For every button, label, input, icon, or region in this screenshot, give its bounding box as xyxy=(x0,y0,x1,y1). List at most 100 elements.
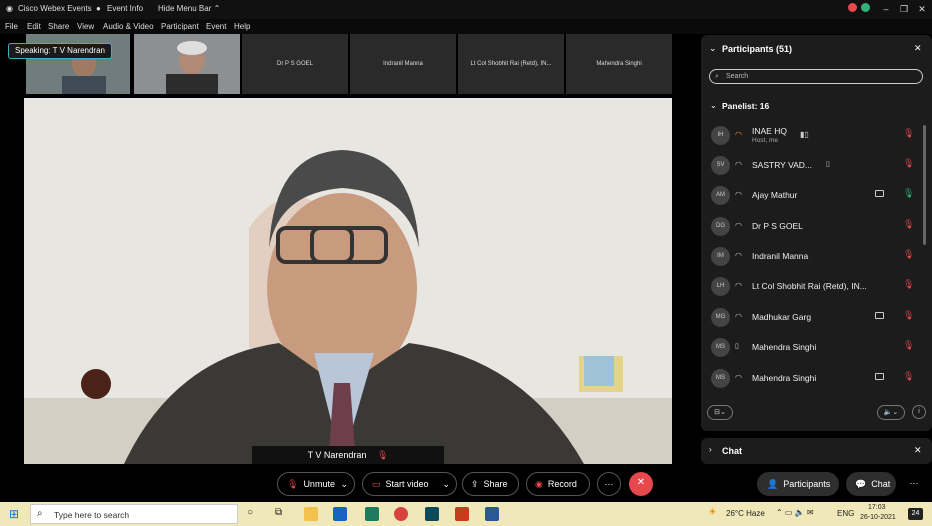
muted-mic-icon[interactable]: 🎙 xyxy=(903,158,914,169)
panelist-header: Panelist: 16 xyxy=(722,101,770,111)
chat-panel[interactable]: › Chat ✕ xyxy=(701,438,932,464)
tray-icons[interactable]: ⌃ ▭ 🔈 ✉ xyxy=(776,508,814,517)
audio-level-icon: ▮▯ xyxy=(800,130,809,139)
event-info-button[interactable]: Event Info xyxy=(107,4,143,13)
chrome-icon[interactable] xyxy=(394,507,408,521)
menu-help[interactable]: Help xyxy=(234,22,250,31)
weather-text[interactable]: 26°C Haze xyxy=(726,509,765,518)
avatar: IM xyxy=(711,247,730,266)
speaker-video-image xyxy=(24,98,672,464)
language-indicator[interactable]: ENG xyxy=(837,509,854,518)
share-button[interactable]: ⇪ Share xyxy=(462,472,519,496)
participant-row[interactable]: DG ◠ Dr P S GOEL 🎙 xyxy=(711,216,921,238)
thumbnail-participant[interactable]: Dr P S GOEL xyxy=(242,34,348,94)
mic-icon[interactable]: 🎙 xyxy=(903,188,914,199)
minimize-icon[interactable]: – xyxy=(876,2,896,16)
menu-file[interactable]: File xyxy=(5,22,18,31)
menu-view[interactable]: View xyxy=(77,22,94,31)
chevron-down-icon[interactable]: ⌄ xyxy=(442,473,450,495)
muted-mic-icon[interactable]: 🎙 xyxy=(903,279,914,290)
word-icon[interactable] xyxy=(485,507,499,521)
close-panel-icon[interactable]: ✕ xyxy=(914,43,922,54)
chevron-down-icon[interactable]: ⌄ xyxy=(709,43,717,54)
powerpoint-icon[interactable] xyxy=(455,507,469,521)
muted-mic-icon[interactable]: 🎙 xyxy=(903,128,914,139)
taskbar-search-input[interactable]: ⌕ Type here to search xyxy=(30,504,238,524)
avatar: MG xyxy=(711,308,730,327)
participant-name: Mahendra Singhi xyxy=(752,342,817,352)
headset-icon: ◠ xyxy=(735,251,742,260)
participant-row[interactable]: LH ◠ Lt Col Shobhit Rai (Retd), IN... 🎙 xyxy=(711,276,921,298)
leave-button[interactable]: ✕ xyxy=(629,472,653,496)
headset-icon: ◠ xyxy=(735,130,742,139)
webex-icon[interactable] xyxy=(425,507,439,521)
thumbnail-video[interactable] xyxy=(134,34,240,94)
headset-icon: ◠ xyxy=(735,281,742,290)
windows-start-icon[interactable]: ⊞ xyxy=(9,507,19,521)
app-icon[interactable] xyxy=(365,507,379,521)
avatar: LH xyxy=(711,277,730,296)
thumbnail-participant[interactable]: Indranil Manna xyxy=(350,34,456,94)
clock-time[interactable]: 17:03 xyxy=(868,504,886,511)
participant-row[interactable]: AM ◠ Ajay Mathur 🎙 xyxy=(711,185,921,207)
participant-row[interactable]: MG ◠ Madhukar Garg 🎙 xyxy=(711,307,921,329)
hide-menu-bar-button[interactable]: Hide Menu Bar ⌃ xyxy=(158,4,220,13)
start-video-button[interactable]: ▭ Start video ⌄ xyxy=(362,472,457,496)
menu-participant[interactable]: Participant xyxy=(161,22,199,31)
muted-mic-icon[interactable]: 🎙 xyxy=(903,310,914,321)
chevron-right-icon[interactable]: › xyxy=(709,445,712,454)
people-icon: 👤 xyxy=(767,479,779,489)
participant-row[interactable]: SV ◠ SASTRY VAD... ▯ 🎙 xyxy=(711,155,921,177)
more-icon[interactable]: ··· xyxy=(905,472,923,496)
thumbnail-participant[interactable]: Mahendra Singhi xyxy=(566,34,672,94)
participant-row[interactable]: IM ◠ Indranil Manna 🎙 xyxy=(711,246,921,268)
video-camera-icon xyxy=(875,190,884,197)
thumbnail-participant[interactable]: Lt Col Shobhit Rai (Retd), IN... xyxy=(458,34,564,94)
mute-all-button[interactable]: 🔈⌄ xyxy=(877,405,905,420)
maximize-icon[interactable]: ❐ xyxy=(894,2,914,16)
participant-name: INAE HQ xyxy=(752,126,787,136)
speaker-name-label: T V Narendran 🎙 xyxy=(252,446,444,464)
menu-audio-video[interactable]: Audio & Video xyxy=(103,22,154,31)
menu-event[interactable]: Event xyxy=(206,22,226,31)
record-icon: ◉ xyxy=(535,479,543,489)
task-view-icon[interactable]: ⧉ xyxy=(275,507,282,518)
participant-name: Indranil Manna xyxy=(752,251,809,261)
muted-mic-icon: 🎙 xyxy=(376,450,389,460)
headset-icon: ◠ xyxy=(735,160,742,169)
close-chat-icon[interactable]: ✕ xyxy=(914,445,922,456)
unmute-button[interactable]: 🎙 Unmute ⌄ xyxy=(277,472,355,496)
participant-row[interactable]: MS ◠ Mahendra Singhi 🎙 xyxy=(711,368,921,390)
chat-title: Chat xyxy=(722,446,742,456)
muted-mic-icon[interactable]: 🎙 xyxy=(903,249,914,260)
file-explorer-icon[interactable] xyxy=(304,507,318,521)
main-video[interactable] xyxy=(24,98,672,464)
participant-search-input[interactable]: ⌕ Search xyxy=(709,69,923,84)
notification-badge[interactable]: 24 xyxy=(908,508,923,520)
video-feed-image xyxy=(134,34,240,94)
more-options-button[interactable]: ··· xyxy=(597,472,621,496)
clock-date[interactable]: 26-10-2021 xyxy=(860,514,896,521)
outlook-icon[interactable] xyxy=(333,507,347,521)
menu-bar: File Edit Share View Audio & Video Parti… xyxy=(0,19,932,34)
menu-share[interactable]: Share xyxy=(48,22,69,31)
cortana-icon[interactable]: ○ xyxy=(247,507,253,518)
participant-row[interactable]: IH ◠ INAE HQ Host, me ▮▯ 🎙 xyxy=(711,125,921,147)
close-icon[interactable]: ✕ xyxy=(912,2,932,16)
share-icon: ⇪ xyxy=(471,479,479,489)
muted-mic-icon[interactable]: 🎙 xyxy=(903,340,914,351)
panelist-chevron-icon[interactable]: ⌄ xyxy=(710,101,717,110)
chevron-down-icon[interactable]: ⌄ xyxy=(340,473,348,495)
bottom-options-button[interactable]: ⊟⌄ xyxy=(707,405,733,420)
muted-mic-icon[interactable]: 🎙 xyxy=(903,219,914,230)
participants-button[interactable]: 👤 Participants xyxy=(757,472,839,496)
record-button[interactable]: ◉ Record xyxy=(526,472,590,496)
search-icon: ⌕ xyxy=(715,73,719,80)
participant-row[interactable]: MS ▯ Mahendra Singhi 🎙 xyxy=(711,337,921,359)
scrollbar[interactable] xyxy=(923,125,926,245)
avatar: IH xyxy=(711,126,730,145)
muted-mic-icon[interactable]: 🎙 xyxy=(903,371,914,382)
chat-button[interactable]: 💬 Chat xyxy=(846,472,896,496)
menu-edit[interactable]: Edit xyxy=(27,22,41,31)
info-icon[interactable]: i xyxy=(912,405,926,419)
